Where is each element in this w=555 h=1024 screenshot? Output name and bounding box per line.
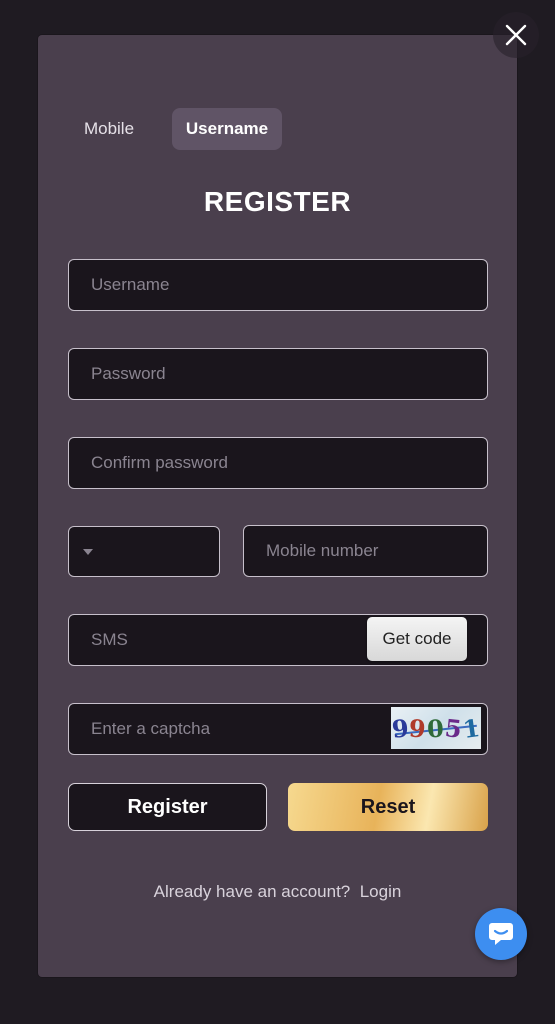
captcha-image[interactable]: 99051 xyxy=(391,707,481,749)
password-input[interactable] xyxy=(91,349,465,399)
tab-mobile[interactable]: Mobile xyxy=(72,108,146,150)
page: Mobile Username REGISTER Get code 99051 … xyxy=(0,0,555,1024)
country-code-select[interactable] xyxy=(68,526,220,577)
captcha-field: 99051 xyxy=(68,703,488,755)
captcha-input[interactable] xyxy=(91,704,361,754)
close-button[interactable] xyxy=(493,12,539,58)
chat-button[interactable] xyxy=(475,908,527,960)
register-button[interactable]: Register xyxy=(68,783,267,831)
page-title: REGISTER xyxy=(203,186,352,217)
password-field xyxy=(68,348,488,400)
chevron-down-icon xyxy=(83,548,93,555)
get-code-button[interactable]: Get code xyxy=(367,617,467,661)
mobile-number-input[interactable] xyxy=(266,526,465,576)
close-icon xyxy=(505,24,527,46)
tab-mobile-label: Mobile xyxy=(83,119,135,138)
register-modal xyxy=(38,35,517,977)
captcha-char: 1 xyxy=(460,712,481,744)
confirm-password-input[interactable] xyxy=(91,438,465,488)
username-input[interactable] xyxy=(91,260,465,310)
mobile-number-field xyxy=(243,525,488,577)
captcha-char: 0 xyxy=(426,713,446,743)
reset-button[interactable]: Reset xyxy=(288,783,488,831)
login-prompt-text: Already have an account? xyxy=(153,882,351,901)
tab-username-label: Username xyxy=(185,119,269,138)
username-field xyxy=(68,259,488,311)
captcha-char: 9 xyxy=(408,712,429,744)
login-prompt: Already have an account? Login xyxy=(38,882,517,902)
reset-button-label: Reset xyxy=(360,795,416,818)
tab-username[interactable]: Username xyxy=(172,108,282,150)
register-button-label: Register xyxy=(127,795,208,818)
sms-input[interactable] xyxy=(91,615,321,665)
confirm-password-field xyxy=(68,437,488,489)
sms-field: Get code xyxy=(68,614,488,666)
get-code-label: Get code xyxy=(382,629,452,648)
login-link[interactable]: Login xyxy=(360,882,402,901)
chat-bubble-icon xyxy=(489,923,513,945)
